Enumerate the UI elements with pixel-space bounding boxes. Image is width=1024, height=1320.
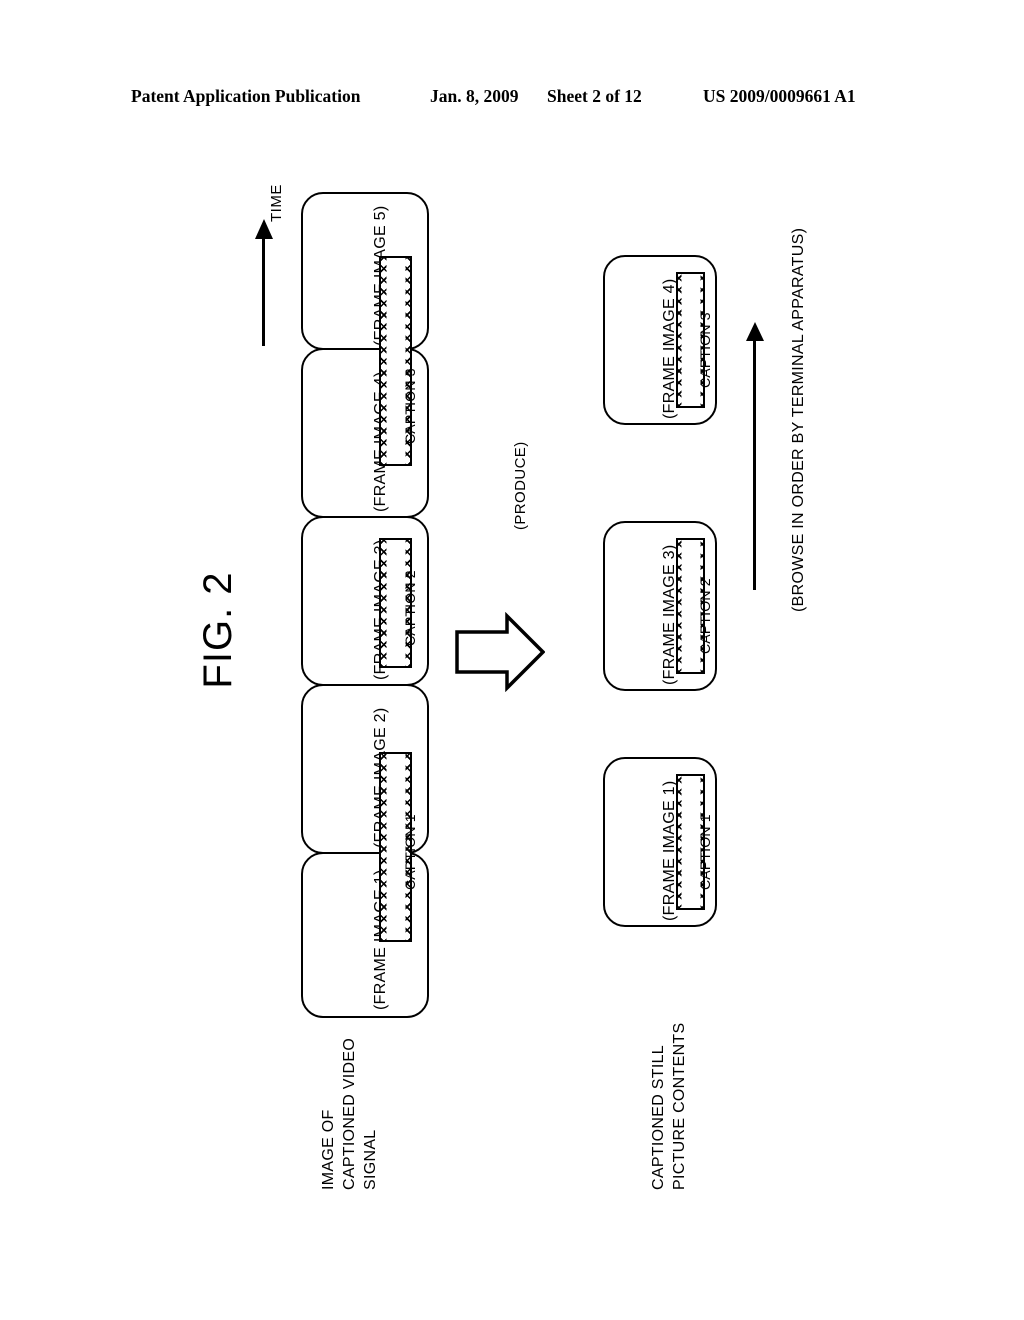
still-caption-label-1: CAPTION 1: [697, 814, 713, 890]
still-picture-row-label: CAPTIONED STILL PICTURE CONTENTS: [648, 1023, 690, 1190]
video-signal-row-label-line1: IMAGE OF: [320, 1109, 337, 1190]
video-signal-row-label-line3: SIGNAL: [362, 1129, 379, 1191]
publication-date: Jan. 8, 2009: [430, 86, 519, 106]
sheet-header: Patent Application Publication Jan. 8, 2…: [0, 86, 1024, 112]
still-picture-row-label-line2: PICTURE CONTENTS: [671, 1022, 688, 1190]
figure-label: FIG. 2: [196, 571, 240, 689]
time-axis-label: TIME: [268, 184, 285, 222]
publication-title: Patent Application Publication: [131, 86, 361, 106]
sheet-number: Sheet 2 of 12: [547, 86, 642, 106]
still-caption-label-3: CAPTION 3: [697, 312, 713, 388]
video-caption-label-3: CAPTION 3: [402, 368, 418, 444]
patent-number: US 2009/0009661 A1: [703, 86, 856, 106]
video-caption-label-1: CAPTION 1: [402, 814, 418, 890]
browse-order-label: (BROWSE IN ORDER BY TERMINAL APPARATUS): [790, 227, 807, 612]
time-arrow-icon: [254, 219, 273, 346]
produce-label: (PRODUCE): [512, 441, 529, 530]
produce-block-arrow-icon: [455, 612, 545, 692]
video-signal-row-label: IMAGE OF CAPTIONED VIDEO SIGNAL: [318, 1038, 381, 1190]
still-caption-label-2: CAPTION 2: [697, 578, 713, 654]
still-picture-row-label-line1: CAPTIONED STILL: [650, 1045, 667, 1190]
video-caption-label-2: CAPTION 2: [402, 570, 418, 646]
video-signal-row-label-line2: CAPTIONED VIDEO: [341, 1037, 358, 1190]
browse-arrow-icon: [746, 322, 762, 590]
